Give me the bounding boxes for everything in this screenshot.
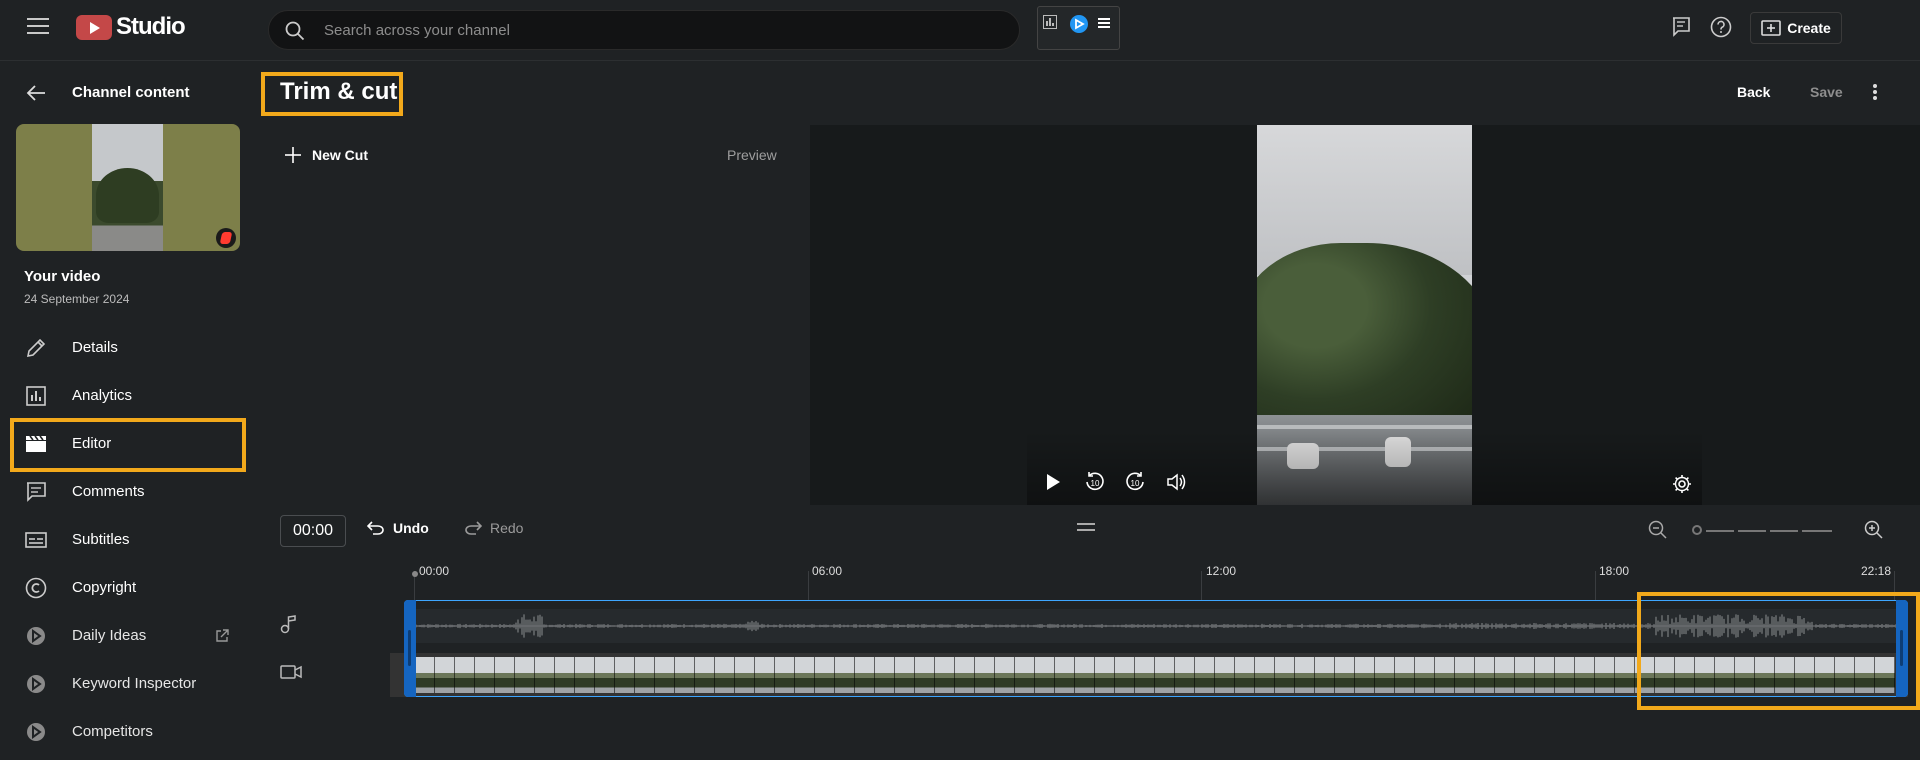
- video-date: 24 September 2024: [24, 292, 130, 306]
- extension-icon: [27, 723, 45, 741]
- feedback-icon[interactable]: [1671, 16, 1691, 38]
- bar-chart-icon[interactable]: [1043, 15, 1057, 29]
- sidebar: Channel content Your video 24 September …: [0, 62, 256, 760]
- sidebar-item-competitors[interactable]: Competitors: [0, 708, 256, 756]
- sidebar-item-label: Keyword Inspector: [72, 675, 197, 692]
- ruler-label: 18:00: [1599, 564, 1630, 578]
- redo-label: Redo: [490, 520, 524, 536]
- copyright-icon: [25, 577, 47, 599]
- zoom-slider[interactable]: [1692, 525, 1840, 535]
- pencil-icon: [26, 338, 46, 358]
- create-button[interactable]: Create: [1750, 12, 1842, 44]
- settings-gear-icon[interactable]: [1672, 474, 1692, 494]
- ruler-label: 22:18: [1861, 564, 1892, 578]
- back-arrow-icon[interactable]: [24, 81, 48, 105]
- undo-button[interactable]: Undo: [367, 520, 429, 536]
- youtube-logo-icon: [76, 14, 112, 40]
- back-button[interactable]: Back: [1737, 84, 1770, 100]
- sidebar-item-label: Comments: [72, 483, 145, 500]
- music-note-icon: [280, 615, 296, 634]
- sidebar-item-details[interactable]: Details: [0, 324, 256, 372]
- top-bar: Studio Create: [0, 0, 1920, 61]
- video-track-icon: [280, 665, 302, 679]
- studio-app: Studio Create Channel content Your video…: [0, 0, 1920, 760]
- sidebar-item-comments[interactable]: Comments: [0, 468, 256, 516]
- list-menu-icon[interactable]: [1098, 17, 1110, 29]
- search-icon[interactable]: [285, 21, 305, 41]
- video-title: Your video: [24, 268, 101, 285]
- sidebar-item-label: Competitors: [72, 723, 153, 740]
- video-thumbnail[interactable]: [16, 124, 240, 251]
- sidebar-item-keyword-inspector[interactable]: Keyword Inspector: [0, 660, 256, 708]
- shorts-icon: [216, 228, 236, 248]
- extension-icon: [27, 675, 45, 693]
- title-highlight-box: [261, 72, 403, 116]
- ruler-label: 06:00: [812, 564, 843, 578]
- forward-10-icon[interactable]: 10: [1124, 471, 1146, 493]
- zoom-in-icon[interactable]: [1864, 520, 1884, 540]
- svg-text:10: 10: [1131, 479, 1140, 488]
- subtitles-icon: [25, 532, 47, 548]
- sidebar-item-copyright[interactable]: Copyright: [0, 564, 256, 612]
- comments-icon: [27, 482, 46, 502]
- sidebar-item-daily-ideas[interactable]: Daily Ideas: [0, 612, 256, 660]
- current-time-field[interactable]: 00:00: [280, 515, 346, 547]
- playhead[interactable]: [412, 571, 418, 577]
- ruler-label: 00:00: [419, 564, 450, 578]
- analytics-icon: [26, 386, 46, 406]
- extension-logo-icon[interactable]: [1070, 15, 1088, 33]
- create-icon: [1761, 20, 1782, 36]
- thumbnail-tree: [96, 168, 159, 223]
- extension-toolbar: [1037, 6, 1120, 50]
- external-link-icon: [216, 629, 229, 642]
- save-button[interactable]: Save: [1810, 84, 1843, 100]
- menu-icon[interactable]: [27, 18, 49, 36]
- sidebar-item-analytics[interactable]: Analytics: [0, 372, 256, 420]
- zoom-slider-knob[interactable]: [1692, 525, 1702, 535]
- extension-icon: [27, 627, 45, 645]
- sidebar-item-label: Daily Ideas: [72, 627, 147, 644]
- play-icon[interactable]: [1045, 473, 1061, 491]
- search-bar: [268, 10, 1020, 50]
- sidebar-item-label: Copyright: [72, 579, 137, 596]
- create-label: Create: [1787, 20, 1831, 36]
- channel-content-link[interactable]: Channel content: [72, 84, 190, 101]
- plus-icon: [285, 147, 301, 163]
- end-highlight-box: [1637, 592, 1920, 710]
- help-icon[interactable]: [1710, 16, 1732, 38]
- more-options-icon[interactable]: [1872, 83, 1878, 101]
- sidebar-item-label: Analytics: [72, 387, 133, 404]
- search-input[interactable]: [324, 11, 1004, 49]
- sidebar-item-label: Subtitles: [72, 531, 130, 548]
- sidebar-item-label: Details: [72, 339, 118, 356]
- redo-button[interactable]: Redo: [464, 520, 523, 536]
- logo-text: Studio: [116, 13, 186, 40]
- undo-label: Undo: [393, 520, 429, 536]
- sidebar-item-subtitles[interactable]: Subtitles: [0, 516, 256, 564]
- svg-text:10: 10: [1091, 479, 1100, 488]
- resize-handle-icon[interactable]: [1077, 523, 1095, 531]
- editor-highlight-box: [10, 418, 246, 472]
- new-cut-button[interactable]: New Cut: [284, 146, 368, 164]
- redo-icon: [465, 521, 482, 535]
- zoom-out-icon[interactable]: [1648, 520, 1668, 540]
- player-controls: [1027, 430, 1702, 505]
- trim-handle-left[interactable]: [404, 600, 416, 697]
- studio-logo[interactable]: Studio: [76, 13, 186, 41]
- undo-icon: [367, 521, 384, 535]
- rewind-10-icon[interactable]: 10: [1084, 471, 1106, 493]
- ruler-label: 12:00: [1206, 564, 1237, 578]
- volume-icon[interactable]: [1166, 472, 1188, 492]
- preview-button[interactable]: Preview: [727, 147, 777, 163]
- new-cut-label: New Cut: [312, 147, 368, 163]
